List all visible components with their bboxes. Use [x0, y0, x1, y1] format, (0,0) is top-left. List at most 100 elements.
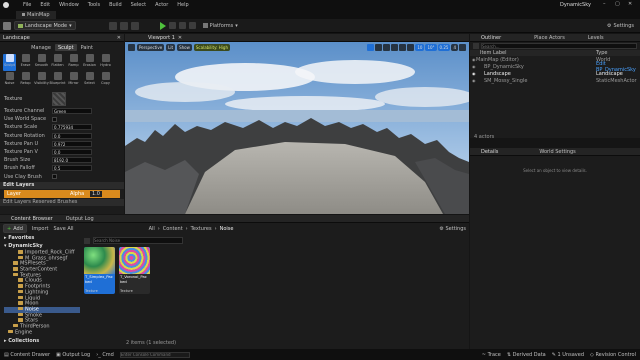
scalability-badge[interactable]: Scalability: High — [193, 44, 230, 51]
maximize-button[interactable]: ▢ — [615, 1, 620, 7]
play-icon[interactable] — [159, 21, 166, 30]
place-actors-tab[interactable]: Place Actors — [534, 35, 565, 41]
content-drawer-button[interactable]: ▤ Content Drawer — [4, 352, 50, 358]
import-button[interactable]: Import — [32, 226, 49, 232]
cmd-button[interactable]: ›_ Cmd — [96, 352, 114, 358]
property-value[interactable]: 0.0 — [52, 132, 92, 139]
breadcrumb-all[interactable]: All — [149, 226, 155, 232]
asset-tile[interactable]: T_Simplex_Packed Texture — [84, 247, 115, 294]
content-settings-button[interactable]: ⚙ Settings — [439, 226, 466, 232]
asset-tile[interactable]: T_Voronoi_Packed Texture — [119, 247, 150, 294]
rotation-snap[interactable]: 10° — [425, 44, 437, 51]
layer-alpha-value[interactable]: 1.0 — [90, 190, 102, 197]
grid-snap[interactable]: 10 — [415, 44, 425, 51]
output-log-tab[interactable]: Output Log — [66, 216, 94, 222]
tool-hydro[interactable]: Hydro — [99, 54, 112, 71]
lit-button[interactable]: Lit — [166, 44, 176, 51]
tool-erosion[interactable]: Erosion — [83, 54, 96, 71]
property-checkbox[interactable] — [52, 174, 57, 180]
mode-tab-manage[interactable]: Manage — [28, 45, 54, 51]
show-button[interactable]: Show — [177, 44, 192, 51]
collections-row[interactable]: ▸ Collections — [4, 338, 39, 344]
edit-layers-section[interactable]: Edit Layers — [0, 181, 124, 189]
menu-select[interactable]: Select — [131, 2, 146, 8]
outliner-row[interactable]: ◉ SM_Mossy_Single StaticMeshActor — [470, 77, 640, 84]
tool-erase[interactable]: Erase — [19, 54, 32, 71]
visibility-eye-icon[interactable]: ◉ — [472, 78, 476, 83]
play-options-icon[interactable] — [188, 22, 196, 29]
tool-blueprint[interactable]: Blueprint — [50, 72, 65, 89]
world-settings-tab[interactable]: World Settings — [539, 149, 575, 155]
menu-help[interactable]: Help — [177, 2, 188, 8]
unsaved-button[interactable]: ✎ 1 Unsaved — [552, 352, 584, 358]
next-frame-icon[interactable] — [168, 22, 176, 29]
tool-select[interactable]: Select — [83, 72, 96, 89]
property-value[interactable]: 0.775934 — [52, 124, 92, 131]
world-space-icon[interactable] — [399, 44, 407, 51]
camera-speed[interactable]: 4 — [451, 44, 458, 51]
rotate-icon[interactable] — [383, 44, 391, 51]
stop-icon[interactable] — [178, 22, 186, 29]
folder-tree-item[interactable]: Engine — [4, 329, 80, 336]
quick-add-icon[interactable] — [108, 21, 117, 30]
menu-build[interactable]: Build — [109, 2, 122, 8]
filter-icon[interactable] — [84, 237, 90, 244]
outliner-row[interactable]: ◉ BP_DynamicSky Edit BP_DynamicSky — [470, 61, 640, 73]
trace-button[interactable]: ~ Trace — [482, 352, 501, 358]
cinematics-icon[interactable] — [130, 21, 139, 30]
scale-snap[interactable]: 0.25 — [437, 44, 451, 51]
tool-flatten[interactable]: Flatten — [51, 54, 64, 71]
tool-sculpt[interactable]: Sculpt — [3, 54, 16, 71]
asset-search-input[interactable] — [93, 237, 183, 244]
close-icon[interactable]: ✕ — [178, 35, 182, 41]
property-value[interactable]: 0.972 — [52, 140, 92, 147]
mode-selector[interactable]: Landscape Mode ▾ — [14, 21, 76, 30]
tool-smooth[interactable]: Smooth — [35, 54, 48, 71]
save-icon[interactable] — [3, 21, 11, 30]
outliner-row[interactable]: ◉ Landscape Landscape — [470, 70, 640, 77]
reserved-brushes-section[interactable]: Edit Layers Reserved Brushes — [0, 198, 124, 206]
platforms-button[interactable]: Platforms ▾ — [202, 23, 238, 29]
content-browser-tab[interactable]: Content Browser — [11, 216, 53, 222]
revision-control-button[interactable]: ◇ Revision Control — [590, 352, 636, 358]
derived-data-button[interactable]: ⇅ Derived Data — [507, 352, 546, 358]
viewport-scene[interactable]: Perspective Lit Show Scalability: High 1… — [125, 42, 469, 214]
layer-row[interactable]: Layer Alpha 1.0 — [4, 189, 120, 198]
property-value[interactable]: 8192.0 — [52, 157, 92, 164]
menu-tools[interactable]: Tools — [88, 2, 100, 8]
viewport-options-icon[interactable] — [128, 44, 135, 51]
mode-tab-paint[interactable]: Paint — [78, 45, 96, 51]
save-all-button[interactable]: Save All — [54, 226, 74, 232]
tool-mirror[interactable]: Mirror — [67, 72, 80, 89]
outliner-tab[interactable]: Outliner — [481, 35, 501, 41]
surface-snap-icon[interactable] — [407, 44, 415, 51]
texture-thumbnail[interactable] — [52, 92, 66, 106]
translate-icon[interactable] — [375, 44, 383, 51]
console-input[interactable] — [119, 351, 190, 358]
property-value[interactable]: Green — [52, 108, 92, 115]
tool-visibility[interactable]: Visibility — [34, 72, 49, 89]
breadcrumb-noise[interactable]: Noise — [220, 226, 234, 232]
visibility-eye-icon[interactable]: ◉ — [472, 64, 476, 69]
property-checkbox[interactable] — [52, 116, 57, 122]
minimize-button[interactable]: – — [603, 1, 606, 7]
property-value[interactable]: 0.0 — [52, 149, 92, 156]
output-log-button[interactable]: ▣ Output Log — [56, 352, 90, 358]
breadcrumb-content[interactable]: Content — [163, 226, 183, 232]
tool-copy[interactable]: Copy — [99, 72, 112, 89]
tool-retop[interactable]: Retop — [19, 72, 32, 89]
menu-window[interactable]: Window — [59, 2, 79, 8]
add-button[interactable]: + Add — [3, 224, 27, 233]
viewport-tab[interactable]: Viewport 1 — [148, 35, 175, 41]
scale-icon[interactable] — [391, 44, 399, 51]
menu-edit[interactable]: Edit — [40, 2, 50, 8]
levels-tab[interactable]: Levels — [588, 35, 604, 41]
perspective-button[interactable]: Perspective — [137, 44, 165, 51]
tool-ramp[interactable]: Ramp — [67, 54, 80, 71]
mode-tab-sculpt[interactable]: Sculpt — [54, 44, 77, 51]
breadcrumb-textures[interactable]: Textures — [191, 226, 212, 232]
details-tab[interactable]: Details — [481, 149, 498, 155]
landscape-tab[interactable]: Landscape — [3, 35, 30, 41]
outliner-search-input[interactable] — [481, 43, 637, 49]
menu-actor[interactable]: Actor — [155, 2, 168, 8]
